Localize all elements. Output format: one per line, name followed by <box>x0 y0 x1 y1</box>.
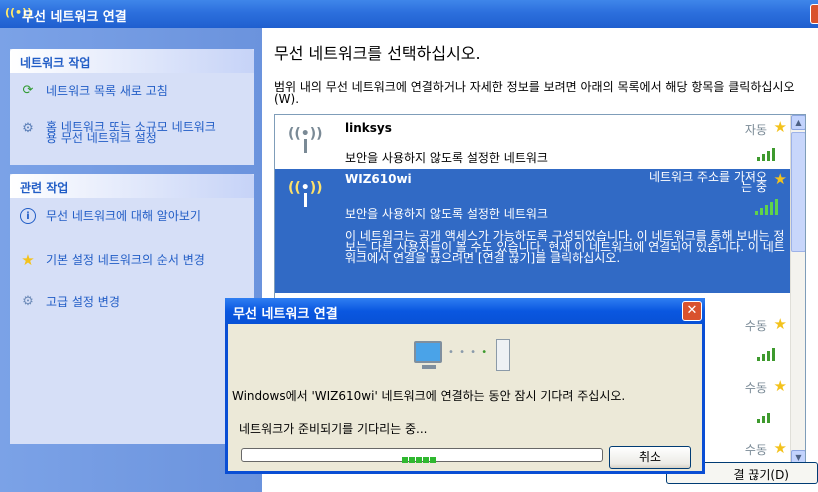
task-label: 고급 설정 변경 <box>46 295 120 309</box>
dialog-close-button[interactable]: ✕ <box>682 301 702 321</box>
computer-icon <box>414 341 442 363</box>
info-icon: i <box>20 208 36 224</box>
page-title: 무선 네트워크를 선택하십시오. <box>274 44 481 63</box>
network-status: 수동 <box>744 381 767 395</box>
close-button[interactable] <box>810 4 818 24</box>
network-status: 수동 <box>744 319 767 333</box>
advanced-settings-link[interactable]: ⚙ 고급 설정 변경 <box>10 294 254 310</box>
network-security: 보안을 사용하지 않도록 설정한 네트워크 <box>345 207 548 221</box>
related-tasks-header[interactable]: 관련 작업 <box>10 174 254 198</box>
computer-base <box>422 365 436 369</box>
network-status: 수동 <box>744 443 767 457</box>
settings-icon: ⚙ <box>22 294 34 309</box>
dialog-title: 무선 네트워크 연결 <box>233 307 338 322</box>
wizard-icon: ⚙ <box>22 121 34 136</box>
cancel-button[interactable]: 취소 <box>609 446 691 469</box>
network-tasks-panel: 네트워크 작업 ⟳ 네트워크 목록 새로 고침 ⚙ 홈 네트워크 또는 소규모 … <box>10 49 254 165</box>
network-tasks-header[interactable]: 네트워크 작업 <box>10 49 254 73</box>
signal-strength-icon <box>753 199 783 215</box>
dialog-message: Windows에서 'WIZ610wi' 네트워크에 연결하는 동안 잠시 기다… <box>232 389 626 403</box>
network-item-linksys[interactable]: ((•)) linksys 자동 ★ 보안을 사용하지 않도록 설정한 네트워크 <box>275 115 791 167</box>
scroll-up-button[interactable]: ▲ <box>791 115 805 130</box>
page-description: 범위 내의 무선 네트워크에 연결하거나 자세한 정보를 보려면 아래의 목록에… <box>274 80 795 106</box>
network-list-scrollbar[interactable]: ▲ ▼ <box>790 115 805 465</box>
preferred-star-icon: ★ <box>773 439 787 457</box>
network-item-wiz610wi[interactable]: ((•)) WIZ610wi 네트워크 주소를 가져오는 중 ★ 보안을 사용하… <box>275 169 791 293</box>
refresh-network-list-link[interactable]: ⟳ 네트워크 목록 새로 고침 <box>10 83 254 99</box>
wireless-antenna-icon: ((•)) <box>285 175 325 215</box>
related-tasks-panel: 관련 작업 i 무선 네트워크에 대해 알아보기 ★ 기본 설정 네트워크의 순… <box>10 174 254 444</box>
learn-wireless-link[interactable]: i 무선 네트워크에 대해 알아보기 <box>10 208 254 224</box>
preferred-star-icon: ★ <box>773 170 787 188</box>
change-preferred-order-link[interactable]: ★ 기본 설정 네트워크의 순서 변경 <box>10 252 254 268</box>
signal-strength-icon <box>753 145 783 161</box>
network-name: WIZ610wi <box>345 172 412 186</box>
signal-strength-icon <box>753 407 783 423</box>
progress-bar <box>241 448 603 463</box>
network-status: 네트워크 주소를 가져오는 중 <box>648 170 767 194</box>
preferred-star-icon: ★ <box>773 118 787 136</box>
task-label: 네트워크 목록 새로 고침 <box>46 84 168 98</box>
network-security: 보안을 사용하지 않도록 설정한 네트워크 <box>345 151 548 165</box>
setup-wireless-network-link[interactable]: ⚙ 홈 네트워크 또는 소규모 네트워크용 무선 네트워크 설정 <box>10 121 254 153</box>
wireless-antenna-icon: ((•)) <box>285 121 325 161</box>
scroll-thumb[interactable] <box>791 132 805 252</box>
network-detail: 이 네트워크는 공개 액세스가 가능하도록 구성되었습니다. 이 네트워크를 통… <box>345 229 785 265</box>
preferred-star-icon: ★ <box>773 315 787 333</box>
dialog-status: 네트워크가 준비되기를 기다리는 중... <box>239 422 428 436</box>
connecting-dialog: 무선 네트워크 연결 ✕ • • • • Windows에서 'WIZ610wi… <box>225 298 705 474</box>
dialog-title-bar[interactable]: 무선 네트워크 연결 ✕ <box>225 298 705 324</box>
task-pane: 네트워크 작업 ⟳ 네트워크 목록 새로 고침 ⚙ 홈 네트워크 또는 소규모 … <box>0 28 262 492</box>
task-label: 홈 네트워크 또는 소규모 네트워크용 무선 네트워크 설정 <box>46 120 216 145</box>
network-status: 자동 <box>744 123 767 137</box>
star-icon: ★ <box>21 251 35 269</box>
task-label: 무선 네트워크에 대해 알아보기 <box>46 209 201 223</box>
window-title: 무선 네트워크 연결 <box>22 10 127 25</box>
connecting-animation: • • • • <box>414 339 524 373</box>
access-point-icon <box>496 339 510 371</box>
progress-dots: • • • • <box>448 347 489 358</box>
signal-strength-icon <box>753 345 783 361</box>
title-bar[interactable]: ((•)) 무선 네트워크 연결 <box>0 0 818 28</box>
network-name: linksys <box>345 121 392 135</box>
preferred-star-icon: ★ <box>773 377 787 395</box>
progress-chunks <box>402 452 440 463</box>
refresh-icon: ⟳ <box>22 83 34 98</box>
task-label: 기본 설정 네트워크의 순서 변경 <box>46 253 205 267</box>
